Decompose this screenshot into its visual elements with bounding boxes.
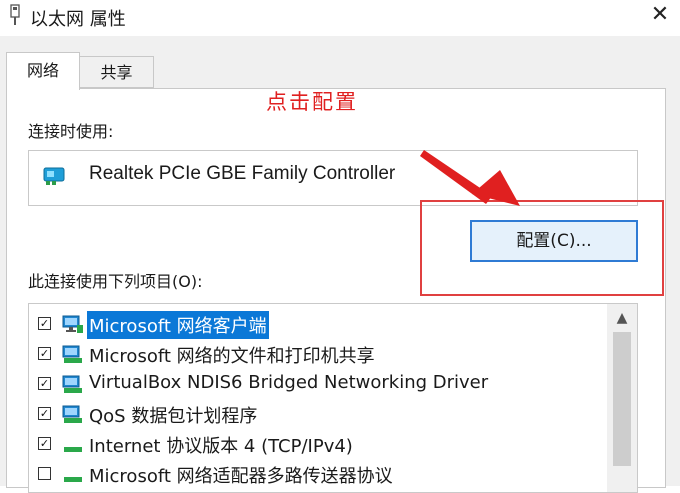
item-label: VirtualBox NDIS6 Bridged Networking Driv… — [89, 372, 489, 393]
title-bar: 以太网 属性 ✕ — [0, 0, 680, 36]
list-item[interactable]: Microsoft 网络的文件和打印机共享 — [29, 340, 609, 368]
network-service-icon — [62, 375, 82, 393]
scroll-thumb[interactable] — [613, 332, 631, 466]
network-adapter-icon — [10, 4, 20, 25]
protocol-icon — [64, 447, 82, 452]
network-adapter-icon — [43, 167, 65, 185]
close-button[interactable]: ✕ — [640, 0, 680, 30]
item-checkbox[interactable] — [38, 467, 51, 480]
item-checkbox[interactable] — [38, 347, 51, 360]
adapter-name: Realtek PCIe GBE Family Controller — [89, 163, 396, 184]
item-checkbox[interactable] — [38, 317, 51, 330]
protocol-icon — [64, 477, 82, 482]
list-item[interactable]: QoS 数据包计划程序 — [29, 400, 609, 428]
adapter-field: Realtek PCIe GBE Family Controller — [28, 150, 638, 206]
tab-network-label: 网络 — [26, 61, 59, 80]
item-label: Internet 协议版本 4 (TCP/IPv4) — [89, 436, 353, 457]
window-title: 以太网 属性 — [30, 9, 126, 30]
tab-network[interactable]: 网络 — [6, 52, 80, 90]
network-client-icon — [62, 315, 83, 333]
item-label: Microsoft 网络适配器多路传送器协议 — [89, 466, 393, 487]
tab-sharing[interactable]: 共享 — [80, 56, 154, 88]
close-icon: ✕ — [650, 2, 670, 27]
list-item[interactable]: Microsoft 网络客户端 — [29, 310, 609, 339]
tab-sharing-label: 共享 — [100, 63, 133, 82]
list-item[interactable]: VirtualBox NDIS6 Bridged Networking Driv… — [29, 370, 609, 398]
network-service-icon — [62, 405, 82, 423]
configure-button[interactable]: 配置(C)... — [470, 220, 638, 262]
item-label: QoS 数据包计划程序 — [89, 406, 258, 427]
list-item[interactable]: Internet 协议版本 4 (TCP/IPv4) — [29, 430, 609, 458]
chevron-up-icon: ▲ — [616, 310, 628, 326]
connect-using-label: 连接时使用: — [28, 122, 114, 141]
item-checkbox[interactable] — [38, 437, 51, 450]
list-scrollbar[interactable]: ▲ — [607, 304, 637, 492]
item-label: Microsoft 网络的文件和打印机共享 — [89, 346, 375, 367]
network-service-icon — [62, 345, 82, 363]
item-checkbox[interactable] — [38, 377, 51, 390]
annotation-text: 点击配置 — [266, 90, 358, 114]
item-checkbox[interactable] — [38, 407, 51, 420]
list-item[interactable]: Microsoft 网络适配器多路传送器协议 — [29, 460, 609, 488]
items-list: Microsoft 网络客户端 Microsoft 网络的文件和打印机共享 Vi… — [28, 303, 638, 493]
item-label: Microsoft 网络客户端 — [87, 311, 269, 339]
scroll-up-button[interactable]: ▲ — [607, 304, 637, 332]
items-list-label: 此连接使用下列项目(O): — [28, 272, 203, 291]
